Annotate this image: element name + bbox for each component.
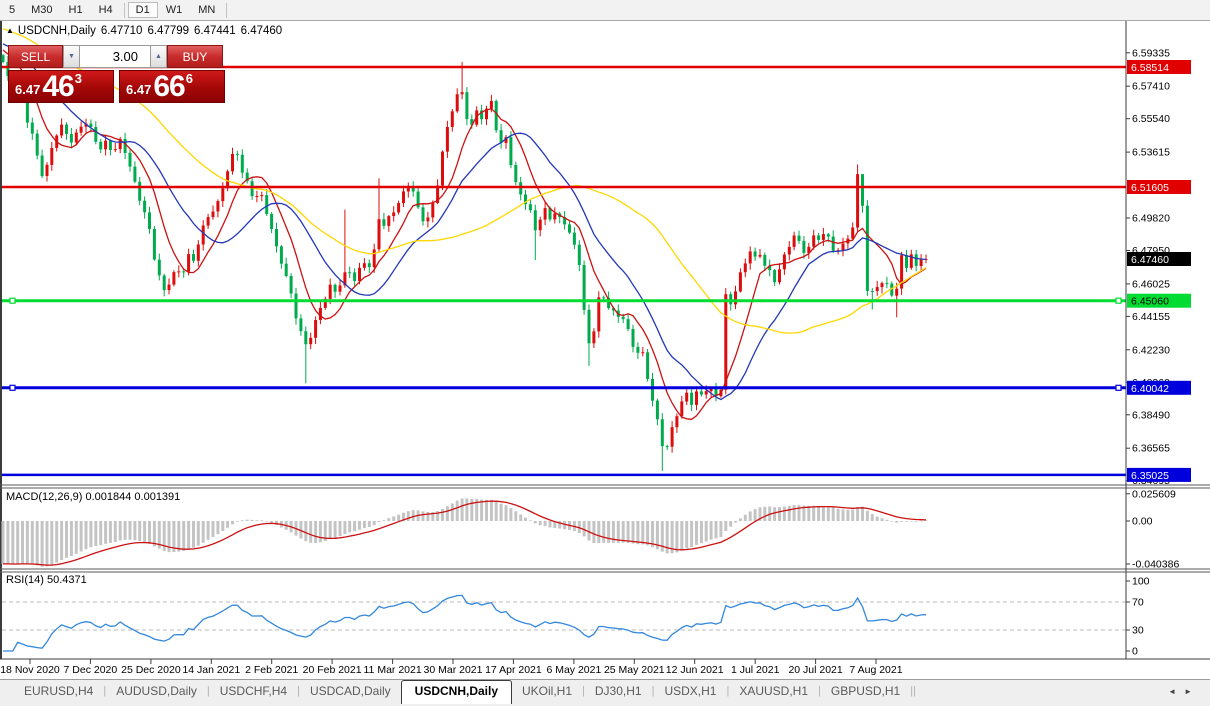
- svg-text:-0.040386: -0.040386: [1132, 559, 1179, 571]
- svg-text:6 May 2021: 6 May 2021: [546, 664, 601, 676]
- volume-input[interactable]: [80, 45, 150, 68]
- sell-button[interactable]: SELL: [8, 45, 63, 68]
- svg-text:2 Feb 2021: 2 Feb 2021: [245, 664, 298, 676]
- tab-usdcnh-daily[interactable]: USDCNH,Daily: [401, 680, 512, 704]
- buy-price-big: 66: [153, 73, 184, 101]
- svg-text:7 Dec 2020: 7 Dec 2020: [64, 664, 118, 676]
- timeframe-5[interactable]: 5: [1, 2, 23, 18]
- svg-text:17 Apr 2021: 17 Apr 2021: [485, 664, 542, 676]
- one-click-trade-panel: SELL ▼ ▲ BUY 6.47 46 3 6.47 66 6: [8, 45, 227, 103]
- svg-text:100: 100: [1132, 576, 1150, 588]
- sell-price-sup: 3: [75, 71, 82, 86]
- macd-indicator-label: MACD(12,26,9) 0.001844 0.001391: [6, 491, 180, 503]
- svg-text:30 Mar 2021: 30 Mar 2021: [424, 664, 483, 676]
- svg-text:11 Mar 2021: 11 Mar 2021: [364, 664, 422, 676]
- tab-scroll-left-icon[interactable]: ◄: [1168, 687, 1184, 696]
- toolbar-separator: [226, 3, 227, 18]
- timeframe-H1[interactable]: H1: [61, 2, 91, 18]
- svg-text:6.49820: 6.49820: [1132, 213, 1170, 225]
- buy-price-display[interactable]: 6.47 66 6: [119, 70, 225, 103]
- svg-text:7 Aug 2021: 7 Aug 2021: [849, 664, 902, 676]
- tab-ukoil-h1[interactable]: UKOil,H1: [512, 680, 582, 703]
- sell-price-prefix: 6.47: [15, 82, 40, 97]
- svg-text:6.53615: 6.53615: [1132, 147, 1170, 159]
- svg-text:6.45060: 6.45060: [1131, 296, 1169, 308]
- tab-usdchf-h4[interactable]: USDCHF,H4: [210, 680, 297, 703]
- trading-app-window: { "toolbar": { "timeframes": ["5", "M30"…: [0, 0, 1210, 706]
- svg-text:20 Feb 2021: 20 Feb 2021: [303, 664, 362, 676]
- timeframe-MN[interactable]: MN: [190, 2, 223, 18]
- svg-text:6.51605: 6.51605: [1131, 182, 1169, 194]
- svg-text:18 Nov 2020: 18 Nov 2020: [0, 664, 60, 676]
- chart-window: 6.593356.574106.555406.536156.498206.479…: [0, 21, 1210, 679]
- svg-text:12 Jun 2021: 12 Jun 2021: [666, 664, 724, 676]
- svg-text:6.46025: 6.46025: [1132, 278, 1170, 290]
- tab-gbpusd-h1[interactable]: GBPUSD,H1: [821, 680, 910, 703]
- svg-text:6.35025: 6.35025: [1131, 470, 1169, 482]
- svg-text:30: 30: [1132, 625, 1144, 637]
- symbol-tab-bar: EURUSD,H4|AUDUSD,Daily|USDCHF,H4|USDCAD,…: [0, 679, 1210, 706]
- timeframe-H4[interactable]: H4: [91, 2, 121, 18]
- svg-text:0.025609: 0.025609: [1132, 488, 1176, 500]
- ohlc-close: 6.47460: [241, 25, 283, 37]
- volume-increase-button[interactable]: ▲: [150, 45, 167, 68]
- svg-text:6.57410: 6.57410: [1132, 81, 1170, 93]
- svg-text:6.47460: 6.47460: [1131, 254, 1169, 266]
- tab-usdcad-daily[interactable]: USDCAD,Daily: [300, 680, 401, 703]
- sell-price-big: 46: [42, 73, 73, 101]
- tab-scroll-arrows: ◄►: [1168, 687, 1200, 696]
- svg-text:6.38490: 6.38490: [1132, 409, 1170, 421]
- svg-text:70: 70: [1132, 597, 1144, 609]
- ohlc-high: 6.47799: [147, 25, 189, 37]
- buy-price-sup: 6: [186, 71, 193, 86]
- svg-text:6.36565: 6.36565: [1132, 443, 1170, 455]
- tab-xauusd-h1[interactable]: XAUUSD,H1: [729, 680, 818, 703]
- tab-separator: |: [913, 680, 916, 697]
- buy-button[interactable]: BUY: [167, 45, 223, 68]
- tab-audusd-daily[interactable]: AUDUSD,Daily: [106, 680, 207, 703]
- volume-decrease-button[interactable]: ▼: [63, 45, 80, 68]
- sell-price-display[interactable]: 6.47 46 3: [8, 70, 114, 103]
- buy-price-prefix: 6.47: [126, 82, 151, 97]
- timeframe-W1[interactable]: W1: [158, 2, 191, 18]
- toolbar-separator: [124, 3, 125, 18]
- ohlc-open: 6.47710: [101, 25, 143, 37]
- svg-text:14 Jan 2021: 14 Jan 2021: [182, 664, 240, 676]
- svg-text:0: 0: [1132, 646, 1138, 658]
- timeframe-D1[interactable]: D1: [128, 2, 158, 18]
- ohlc-low: 6.47441: [194, 25, 236, 37]
- timeframe-toolbar: 5M30H1H4 D1W1MN: [0, 0, 1210, 21]
- svg-text:1 Jul 2021: 1 Jul 2021: [731, 664, 780, 676]
- svg-text:6.59335: 6.59335: [1132, 47, 1170, 59]
- svg-text:6.58514: 6.58514: [1131, 62, 1169, 74]
- chart-canvas[interactable]: 6.593356.574106.555406.536156.498206.479…: [0, 21, 1210, 679]
- svg-text:6.40042: 6.40042: [1131, 383, 1169, 395]
- svg-text:25 May 2021: 25 May 2021: [604, 664, 665, 676]
- chart-title: ▲ USDCNH,Daily 6.47710 6.47799 6.47441 6.4746…: [6, 25, 282, 37]
- timeframe-M30[interactable]: M30: [23, 2, 60, 18]
- tab-usdx-h1[interactable]: USDX,H1: [654, 680, 726, 703]
- tab-eurusd-h4[interactable]: EURUSD,H4: [14, 680, 103, 703]
- svg-text:6.42230: 6.42230: [1132, 344, 1170, 356]
- svg-text:25 Dec 2020: 25 Dec 2020: [121, 664, 181, 676]
- svg-text:6.44155: 6.44155: [1132, 311, 1170, 323]
- svg-text:0.00: 0.00: [1132, 516, 1153, 528]
- collapse-triangle-icon[interactable]: ▲: [6, 26, 14, 35]
- rsi-indicator-label: RSI(14) 50.4371: [6, 574, 87, 586]
- chart-symbol-label: USDCNH,Daily: [18, 25, 96, 37]
- svg-text:20 Jul 2021: 20 Jul 2021: [788, 664, 842, 676]
- tab-dj30-h1[interactable]: DJ30,H1: [585, 680, 652, 703]
- svg-text:6.55540: 6.55540: [1132, 113, 1170, 125]
- tab-scroll-right-icon[interactable]: ►: [1184, 687, 1200, 696]
